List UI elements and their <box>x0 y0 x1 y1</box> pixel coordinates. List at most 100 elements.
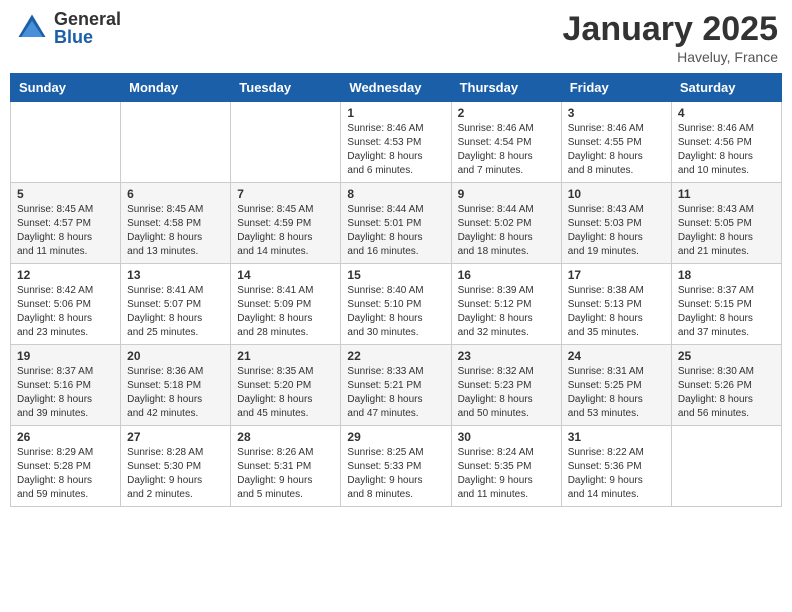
day-info: Sunrise: 8:43 AM Sunset: 5:05 PM Dayligh… <box>678 203 775 259</box>
day-number: 31 <box>568 430 665 444</box>
day-number: 24 <box>568 349 665 363</box>
day-number: 4 <box>678 106 775 120</box>
logo-text: General Blue <box>54 10 121 46</box>
day-header-sunday: Sunday <box>11 74 121 102</box>
day-cell-16: 16Sunrise: 8:39 AM Sunset: 5:12 PM Dayli… <box>451 264 561 345</box>
day-cell-21: 21 Sunrise: 8:35 AM Sunset: 5:20 PM Dayli… <box>231 345 341 426</box>
day-info: Sunrise: 8:46 AM Sunset: 4:56 PM Dayligh… <box>678 122 775 178</box>
day-info: Sunrise: 8:43 AM Sunset: 5:03 PM Dayligh… <box>568 203 665 259</box>
day-info: Sunrise: 8:37 AM Sunset: 5:15 PM Dayligh… <box>678 284 775 340</box>
day-cell-12: 12Sunrise: 8:42 AM Sunset: 5:06 PM Dayli… <box>11 264 121 345</box>
day-header-monday: Monday <box>121 74 231 102</box>
day-number: 1 <box>347 106 444 120</box>
day-cell-22: 22 Sunrise: 8:33 AM Sunset: 5:21 PM Dayli… <box>341 345 451 426</box>
week-row-5: 26Sunrise: 8:29 AM Sunset: 5:28 PM Dayli… <box>11 426 782 507</box>
day-cell-18: 18Sunrise: 8:37 AM Sunset: 5:15 PM Dayli… <box>671 264 781 345</box>
logo-general: General <box>54 10 121 28</box>
day-header-tuesday: Tuesday <box>231 74 341 102</box>
day-info: Sunrise: 8:37 AM Sunset: 5:16 PM Dayligh… <box>17 365 114 421</box>
page-header: General Blue January 2025 Haveluy, Franc… <box>10 10 782 65</box>
day-number: 20 <box>127 349 224 363</box>
day-header-wednesday: Wednesday <box>341 74 451 102</box>
day-cell-28: 28 Sunrise: 8:26 AM Sunset: 5:31 PM Dayli… <box>231 426 341 507</box>
logo-icon <box>14 10 50 46</box>
day-cell-15: 15 Sunrise: 8:40 AM Sunset: 5:10 PM Dayli… <box>341 264 451 345</box>
day-info: Sunrise: 8:30 AM Sunset: 5:26 PM Dayligh… <box>678 365 775 421</box>
day-number: 28 <box>237 430 334 444</box>
day-number: 23 <box>458 349 555 363</box>
day-cell-24: 24 Sunrise: 8:31 AM Sunset: 5:25 PM Dayli… <box>561 345 671 426</box>
day-cell-17: 17 Sunrise: 8:38 AM Sunset: 5:13 PM Dayli… <box>561 264 671 345</box>
day-info: Sunrise: 8:40 AM Sunset: 5:10 PM Dayligh… <box>347 284 444 340</box>
day-number: 3 <box>568 106 665 120</box>
calendar-header-row: SundayMondayTuesdayWednesdayThursdayFrid… <box>11 74 782 102</box>
day-number: 13 <box>127 268 224 282</box>
day-number: 6 <box>127 187 224 201</box>
day-number: 7 <box>237 187 334 201</box>
day-cell-6: 6 Sunrise: 8:45 AM Sunset: 4:58 PM Daylig… <box>121 183 231 264</box>
day-info: Sunrise: 8:31 AM Sunset: 5:25 PM Dayligh… <box>568 365 665 421</box>
day-cell-5: 5Sunrise: 8:45 AM Sunset: 4:57 PM Daylig… <box>11 183 121 264</box>
empty-cell <box>231 102 341 183</box>
day-info: Sunrise: 8:46 AM Sunset: 4:55 PM Dayligh… <box>568 122 665 178</box>
day-info: Sunrise: 8:41 AM Sunset: 5:09 PM Dayligh… <box>237 284 334 340</box>
day-info: Sunrise: 8:45 AM Sunset: 4:59 PM Dayligh… <box>237 203 334 259</box>
day-number: 21 <box>237 349 334 363</box>
day-cell-23: 23 Sunrise: 8:32 AM Sunset: 5:23 PM Dayli… <box>451 345 561 426</box>
day-number: 10 <box>568 187 665 201</box>
day-info: Sunrise: 8:44 AM Sunset: 5:01 PM Dayligh… <box>347 203 444 259</box>
day-cell-1: 1Sunrise: 8:46 AM Sunset: 4:53 PM Daylig… <box>341 102 451 183</box>
day-cell-29: 29Sunrise: 8:25 AM Sunset: 5:33 PM Dayli… <box>341 426 451 507</box>
day-cell-31: 31 Sunrise: 8:22 AM Sunset: 5:36 PM Dayli… <box>561 426 671 507</box>
month-title: January 2025 <box>563 10 779 49</box>
day-cell-26: 26Sunrise: 8:29 AM Sunset: 5:28 PM Dayli… <box>11 426 121 507</box>
day-cell-14: 14 Sunrise: 8:41 AM Sunset: 5:09 PM Dayli… <box>231 264 341 345</box>
day-number: 27 <box>127 430 224 444</box>
day-info: Sunrise: 8:25 AM Sunset: 5:33 PM Dayligh… <box>347 446 444 502</box>
day-number: 22 <box>347 349 444 363</box>
day-info: Sunrise: 8:33 AM Sunset: 5:21 PM Dayligh… <box>347 365 444 421</box>
day-number: 17 <box>568 268 665 282</box>
day-info: Sunrise: 8:45 AM Sunset: 4:58 PM Dayligh… <box>127 203 224 259</box>
day-number: 25 <box>678 349 775 363</box>
day-cell-19: 19Sunrise: 8:37 AM Sunset: 5:16 PM Dayli… <box>11 345 121 426</box>
day-cell-4: 4 Sunrise: 8:46 AM Sunset: 4:56 PM Daylig… <box>671 102 781 183</box>
day-cell-25: 25 Sunrise: 8:30 AM Sunset: 5:26 PM Dayli… <box>671 345 781 426</box>
day-number: 30 <box>458 430 555 444</box>
week-row-3: 12Sunrise: 8:42 AM Sunset: 5:06 PM Dayli… <box>11 264 782 345</box>
day-number: 11 <box>678 187 775 201</box>
day-info: Sunrise: 8:46 AM Sunset: 4:54 PM Dayligh… <box>458 122 555 178</box>
empty-cell <box>121 102 231 183</box>
day-number: 5 <box>17 187 114 201</box>
day-number: 2 <box>458 106 555 120</box>
title-block: January 2025 Haveluy, France <box>563 10 779 65</box>
day-cell-9: 9 Sunrise: 8:44 AM Sunset: 5:02 PM Daylig… <box>451 183 561 264</box>
day-header-saturday: Saturday <box>671 74 781 102</box>
day-info: Sunrise: 8:36 AM Sunset: 5:18 PM Dayligh… <box>127 365 224 421</box>
day-cell-13: 13 Sunrise: 8:41 AM Sunset: 5:07 PM Dayli… <box>121 264 231 345</box>
day-info: Sunrise: 8:22 AM Sunset: 5:36 PM Dayligh… <box>568 446 665 502</box>
logo: General Blue <box>14 10 121 46</box>
day-info: Sunrise: 8:35 AM Sunset: 5:20 PM Dayligh… <box>237 365 334 421</box>
day-cell-20: 20 Sunrise: 8:36 AM Sunset: 5:18 PM Dayli… <box>121 345 231 426</box>
day-number: 9 <box>458 187 555 201</box>
day-number: 15 <box>347 268 444 282</box>
day-cell-30: 30Sunrise: 8:24 AM Sunset: 5:35 PM Dayli… <box>451 426 561 507</box>
day-info: Sunrise: 8:32 AM Sunset: 5:23 PM Dayligh… <box>458 365 555 421</box>
day-number: 14 <box>237 268 334 282</box>
day-header-friday: Friday <box>561 74 671 102</box>
day-cell-8: 8 Sunrise: 8:44 AM Sunset: 5:01 PM Daylig… <box>341 183 451 264</box>
day-cell-7: 7 Sunrise: 8:45 AM Sunset: 4:59 PM Daylig… <box>231 183 341 264</box>
empty-cell <box>671 426 781 507</box>
day-info: Sunrise: 8:26 AM Sunset: 5:31 PM Dayligh… <box>237 446 334 502</box>
day-info: Sunrise: 8:41 AM Sunset: 5:07 PM Dayligh… <box>127 284 224 340</box>
day-number: 12 <box>17 268 114 282</box>
empty-cell <box>11 102 121 183</box>
logo-blue: Blue <box>54 28 121 46</box>
day-header-thursday: Thursday <box>451 74 561 102</box>
day-info: Sunrise: 8:38 AM Sunset: 5:13 PM Dayligh… <box>568 284 665 340</box>
week-row-1: 1Sunrise: 8:46 AM Sunset: 4:53 PM Daylig… <box>11 102 782 183</box>
day-info: Sunrise: 8:44 AM Sunset: 5:02 PM Dayligh… <box>458 203 555 259</box>
day-number: 26 <box>17 430 114 444</box>
day-number: 8 <box>347 187 444 201</box>
